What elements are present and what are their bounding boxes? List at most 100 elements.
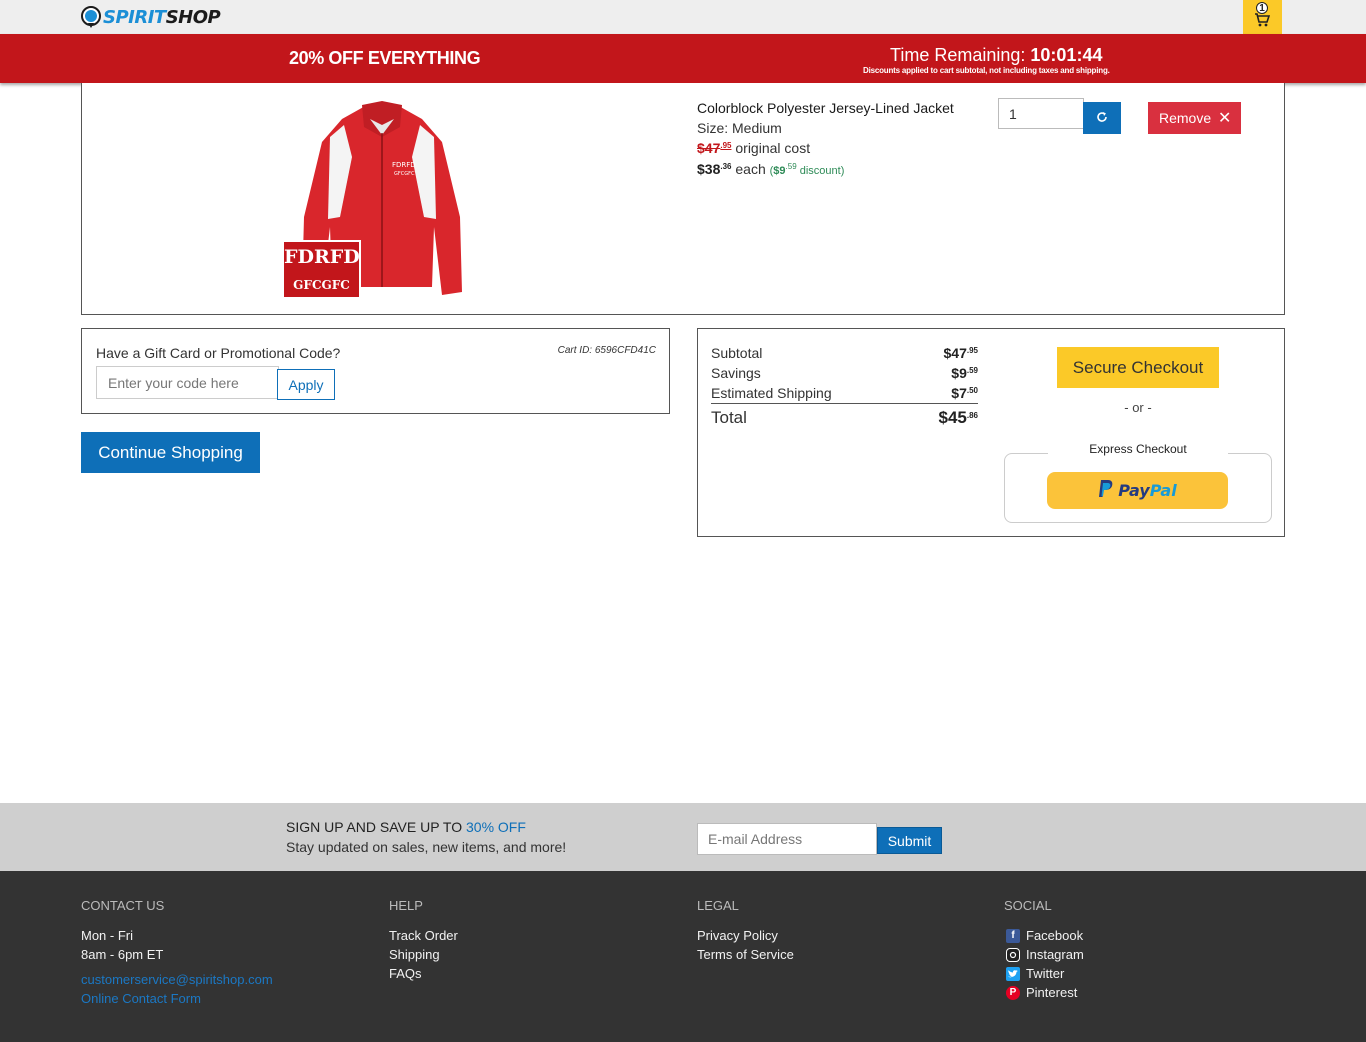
newsletter-signup: SIGN UP AND SAVE UP TO 30% OFF Stay upda… <box>0 803 1366 871</box>
original-price-label: original cost <box>731 140 811 156</box>
remove-item-button[interactable]: Remove ✕ <box>1148 102 1241 134</box>
timer-value: 10:01:44 <box>1030 45 1103 65</box>
footer-legal: LEGAL Privacy Policy Terms of Service <box>697 898 794 964</box>
promo-banner: 20% OFF EVERYTHING Time Remaining: 10:01… <box>0 34 1366 83</box>
pinterest-icon: P <box>1006 985 1020 1000</box>
promo-text: 20% OFF EVERYTHING <box>289 48 481 68</box>
secure-checkout-button[interactable]: Secure Checkout <box>1057 347 1219 388</box>
discount-note: Discounts applied to cart subtotal, not … <box>863 66 1110 75</box>
footer-contact-heading: CONTACT US <box>81 898 165 913</box>
contact-email-link[interactable]: customerservice@spiritshop.com <box>81 970 273 989</box>
refresh-icon <box>1096 111 1108 126</box>
subtotal-cents: .95 <box>966 346 978 355</box>
countdown-timer: Time Remaining: 10:01:44 <box>890 45 1102 66</box>
paypal-icon <box>1098 479 1114 502</box>
newsletter-title-prefix: SIGN UP AND SAVE UP TO <box>286 819 466 835</box>
apply-code-button[interactable]: Apply <box>277 369 335 400</box>
contact-days: Mon - Fri <box>81 928 133 943</box>
cart-button[interactable]: 1 <box>1243 0 1282 34</box>
discount-label: discount) <box>796 165 845 177</box>
email-field[interactable] <box>697 823 877 855</box>
social-label-twitter: Twitter <box>1026 966 1065 981</box>
logo-text-shop: SHOP <box>165 6 221 28</box>
spiritshop-logo[interactable]: SPIRITSHOP <box>81 5 221 29</box>
footer-contact: CONTACT US Mon - Fri 8am - 6pm ET custom… <box>81 898 273 1008</box>
footer-social: SOCIAL f Facebook Instagram Twitter P Pi… <box>1004 898 1084 1002</box>
promo-code-label: Have a Gift Card or Promotional Code? <box>96 345 341 361</box>
cart-id: Cart ID: 6596CFD41C <box>557 345 656 356</box>
social-label-instagram: Instagram <box>1026 947 1084 962</box>
cart-item: FDRFD GFCGFC FDRFD GFCGFC Colorblock Pol… <box>81 83 1285 315</box>
help-link-faqs[interactable]: FAQs <box>389 964 458 983</box>
svg-text:FDRFD: FDRFD <box>392 161 416 169</box>
paypal-text-pay: Pay <box>1118 481 1150 500</box>
facebook-icon: f <box>1006 928 1020 943</box>
svg-text:GFCGFC: GFCGFC <box>394 171 415 177</box>
site-footer: CONTACT US Mon - Fri 8am - 6pm ET custom… <box>0 871 1366 1042</box>
newsletter-subtitle: Stay updated on sales, new items, and mo… <box>286 839 567 855</box>
shipping-dollars: $7 <box>951 385 967 401</box>
original-price-dollars: $47 <box>697 140 721 156</box>
newsletter-submit-button[interactable]: Submit <box>877 827 942 854</box>
timer-label: Time Remaining: <box>890 45 1026 65</box>
close-icon: ✕ <box>1218 110 1232 127</box>
continue-shopping-button[interactable]: Continue Shopping <box>81 432 260 473</box>
unit-price-dollars: $38 <box>697 161 721 177</box>
total-cents: .86 <box>966 411 978 420</box>
express-checkout-label: Express Checkout <box>1048 442 1228 456</box>
legal-link-terms[interactable]: Terms of Service <box>697 945 794 964</box>
product-patch: FDRFD GFCGFC <box>282 240 361 299</box>
original-price-cents: .95 <box>720 141 732 150</box>
order-summary: Subtotal $47.95 Savings $9.59 Estimated … <box>697 328 1285 537</box>
product-name[interactable]: Colorblock Polyester Jersey-Lined Jacket <box>697 100 954 116</box>
contact-form-link[interactable]: Online Contact Form <box>81 989 273 1008</box>
total-label: Total <box>711 408 747 427</box>
patch-line-1: FDRFD <box>284 246 360 268</box>
help-link-shipping[interactable]: Shipping <box>389 945 458 964</box>
social-link-twitter[interactable]: Twitter <box>1004 964 1084 983</box>
footer-help-heading: HELP <box>389 898 423 913</box>
twitter-icon <box>1006 966 1020 981</box>
social-label-facebook: Facebook <box>1026 928 1084 943</box>
social-link-instagram[interactable]: Instagram <box>1004 945 1084 964</box>
quantity-input[interactable] <box>998 98 1084 129</box>
help-link-track-order[interactable]: Track Order <box>389 926 458 945</box>
social-link-facebook[interactable]: f Facebook <box>1004 926 1084 945</box>
savings-row: Savings $9.59 <box>711 365 978 381</box>
shipping-row: Estimated Shipping $7.50 <box>711 385 978 404</box>
update-quantity-button[interactable] <box>1083 102 1121 134</box>
newsletter-title-highlight: 30% OFF <box>466 819 526 835</box>
logo-icon <box>81 6 101 28</box>
legal-link-privacy[interactable]: Privacy Policy <box>697 926 794 945</box>
savings-dollars: $9 <box>951 365 967 381</box>
paypal-text-pal: Pal <box>1149 481 1177 500</box>
cart-icon <box>1254 13 1271 32</box>
social-link-pinterest[interactable]: P Pinterest <box>1004 983 1084 1002</box>
social-label-pinterest: Pinterest <box>1026 985 1078 1000</box>
shipping-label: Estimated Shipping <box>711 385 832 401</box>
savings-cents: .59 <box>966 366 978 375</box>
newsletter-title: SIGN UP AND SAVE UP TO 30% OFF <box>286 819 526 835</box>
unit-price: $38.36 each ($9.59 discount) <box>697 161 844 177</box>
shipping-cents: .50 <box>966 386 978 395</box>
product-size: Size: Medium <box>697 120 782 136</box>
patch-line-2: GFCGFC <box>293 278 350 292</box>
promo-code-panel: Have a Gift Card or Promotional Code? Ca… <box>81 328 670 414</box>
contact-hours: 8am - 6pm ET <box>81 947 164 962</box>
total-dollars: $45 <box>938 408 967 427</box>
discount-dollars: $9 <box>773 165 786 177</box>
or-divider: - or - <box>1124 400 1152 415</box>
subtotal-dollars: $47 <box>943 345 967 361</box>
paypal-button[interactable]: PayPal <box>1047 472 1228 509</box>
unit-price-label: each <box>731 161 770 177</box>
footer-help: HELP Track Order Shipping FAQs <box>389 898 458 983</box>
total-row: Total $45.86 <box>711 408 978 428</box>
top-header: SPIRITSHOP 1 <box>0 0 1366 34</box>
footer-social-heading: SOCIAL <box>1004 898 1052 913</box>
instagram-icon <box>1006 947 1020 962</box>
logo-text-spirit: SPIRIT <box>103 6 166 28</box>
footer-legal-heading: LEGAL <box>697 898 739 913</box>
promo-code-input[interactable] <box>96 366 279 399</box>
original-price: $47.95 original cost <box>697 140 810 156</box>
savings-label: Savings <box>711 365 761 381</box>
